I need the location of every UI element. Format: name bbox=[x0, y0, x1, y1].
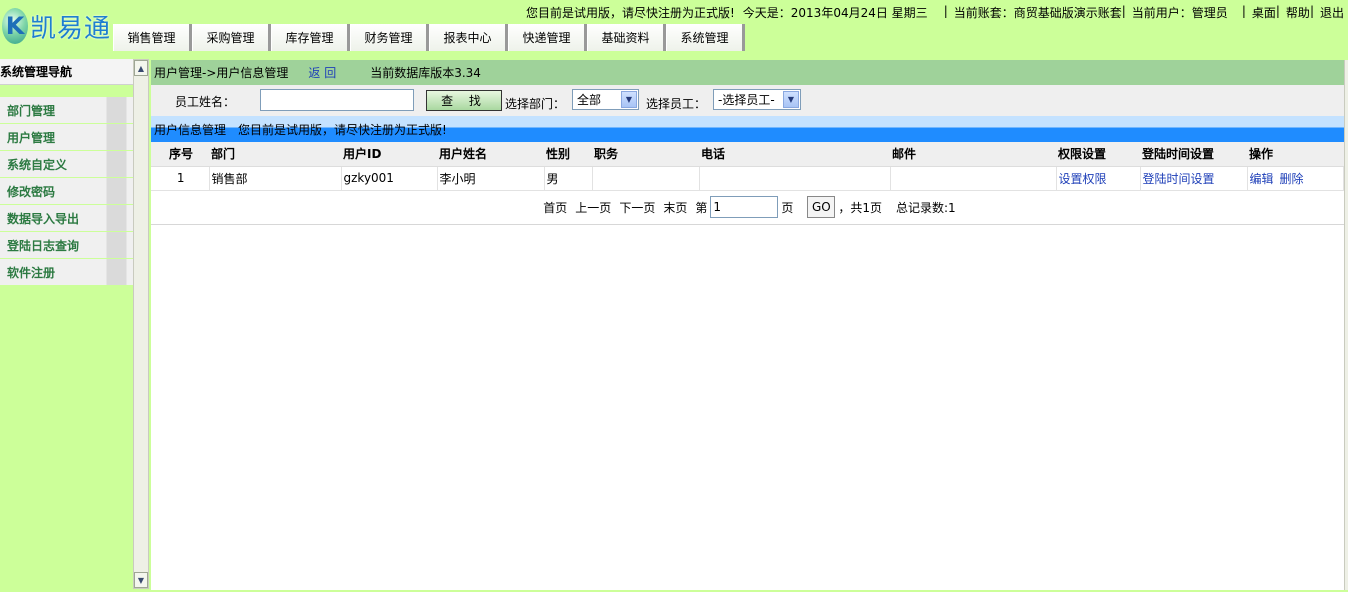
col-header-title: 职务 bbox=[592, 142, 699, 167]
delete-link[interactable]: 删除 bbox=[1280, 172, 1304, 186]
separator: | bbox=[1241, 4, 1246, 18]
cell-title bbox=[592, 166, 700, 191]
main-menu: 销售管理 采购管理 库存管理 财务管理 报表中心 快递管理 基础资料 系统管理 bbox=[113, 24, 745, 51]
chevron-down-icon: ▼ bbox=[621, 91, 637, 108]
menu-system[interactable]: 系统管理 bbox=[666, 24, 745, 51]
page-prefix: 第 bbox=[695, 200, 708, 215]
col-header-login-time: 登陆时间设置 bbox=[1140, 142, 1247, 167]
sidebar: 系统管理导航 部门管理 用户管理 系统自定义 修改密码 数据导入导出 登陆日志查… bbox=[0, 59, 133, 286]
cell-no: 1 bbox=[151, 166, 210, 191]
top-info-bar: 您目前是试用版，请尽快注册为正式版! 今天是：2013年04月24日 星期三 |… bbox=[526, 4, 1344, 21]
col-header-actions: 操作 bbox=[1247, 142, 1344, 167]
total-pages: ，共1页 bbox=[838, 200, 883, 215]
menu-reports[interactable]: 报表中心 bbox=[429, 24, 508, 51]
cell-gender: 男 bbox=[544, 166, 593, 191]
set-permission-link[interactable]: 设置权限 bbox=[1056, 166, 1141, 191]
col-header-phone: 电话 bbox=[699, 142, 890, 167]
search-bar: 员工姓名： 查 找 选择部门： 全部 ▼ 选择员工： -选择员工- ▼ bbox=[151, 85, 1344, 116]
cell-phone bbox=[699, 166, 891, 191]
back-link[interactable]: 返 回 bbox=[308, 64, 336, 81]
menu-express[interactable]: 快递管理 bbox=[508, 24, 587, 51]
employee-select-value: -选择员工- bbox=[718, 93, 775, 107]
chevron-down-icon: ▼ bbox=[783, 91, 799, 108]
department-select[interactable]: 全部 ▼ bbox=[572, 89, 639, 110]
sidebar-title: 系统管理导航 bbox=[0, 59, 133, 85]
scroll-down-icon[interactable]: ▼ bbox=[134, 572, 148, 588]
sidebar-item-users[interactable]: 用户管理 bbox=[0, 124, 133, 151]
col-header-uid: 用户ID bbox=[341, 142, 437, 167]
go-button[interactable]: GO bbox=[807, 196, 836, 218]
help-link[interactable]: 帮助 bbox=[1286, 4, 1310, 21]
total-records: 总记录数:1 bbox=[896, 200, 956, 215]
cell-actions: 编辑 删除 bbox=[1247, 166, 1344, 191]
employee-name-label: 员工姓名： bbox=[175, 95, 236, 109]
first-page-link[interactable]: 首页 bbox=[543, 199, 567, 216]
current-user: 当前用户：管理员 bbox=[1131, 6, 1228, 20]
separator: | bbox=[1275, 4, 1280, 18]
separator: | bbox=[943, 4, 948, 18]
logo: K 凯易通 bbox=[2, 6, 111, 46]
department-select-value: 全部 bbox=[577, 93, 602, 107]
db-version: 当前数据库版本3.34 bbox=[370, 66, 481, 80]
cell-uid: gzky001 bbox=[341, 166, 438, 191]
logo-k-icon: K bbox=[2, 8, 28, 44]
cell-name: 李小明 bbox=[437, 166, 545, 191]
menu-inventory[interactable]: 库存管理 bbox=[271, 24, 350, 51]
col-header-dept: 部门 bbox=[209, 142, 341, 167]
login-time-setting-link[interactable]: 登陆时间设置 bbox=[1140, 166, 1248, 191]
menu-sales[interactable]: 销售管理 bbox=[113, 24, 192, 51]
col-header-email: 邮件 bbox=[890, 142, 1056, 167]
breadcrumb: 用户管理->用户信息管理 返 回 当前数据库版本3.34 bbox=[151, 60, 1344, 85]
table-header-row: 序号 部门 用户ID 用户姓名 性别 职务 电话 邮件 权限设置 登陆时间设置 … bbox=[151, 142, 1344, 167]
last-page-link[interactable]: 末页 bbox=[663, 199, 687, 216]
col-header-name: 用户姓名 bbox=[437, 142, 544, 167]
user-table: 序号 部门 用户ID 用户姓名 性别 职务 电话 邮件 权限设置 登陆时间设置 … bbox=[151, 142, 1344, 191]
separator: | bbox=[1121, 4, 1126, 18]
menu-finance[interactable]: 财务管理 bbox=[350, 24, 429, 51]
employee-select[interactable]: -选择员工- ▼ bbox=[713, 89, 801, 110]
edit-link[interactable]: 编辑 bbox=[1250, 172, 1274, 186]
desktop-link[interactable]: 桌面 bbox=[1252, 4, 1276, 21]
page-number-input[interactable] bbox=[710, 196, 779, 218]
col-header-no: 序号 bbox=[151, 142, 209, 167]
sidebar-item-import-export[interactable]: 数据导入导出 bbox=[0, 205, 133, 232]
main-scrollbar[interactable] bbox=[1344, 60, 1348, 590]
logout-link[interactable]: 退出 bbox=[1320, 4, 1344, 21]
cell-dept: 销售部 bbox=[209, 166, 342, 191]
today-date: 今天是：2013年04月24日 星期三 bbox=[742, 6, 928, 20]
sidebar-scrollbar[interactable]: ▲ ▼ bbox=[133, 59, 149, 589]
sidebar-item-login-log[interactable]: 登陆日志查询 bbox=[0, 232, 133, 259]
trial-notice: 您目前是试用版，请尽快注册为正式版! bbox=[525, 6, 735, 20]
separator: | bbox=[1309, 4, 1314, 18]
search-button[interactable]: 查 找 bbox=[426, 90, 502, 111]
main-content: 用户管理->用户信息管理 返 回 当前数据库版本3.34 员工姓名： 查 找 选… bbox=[151, 60, 1344, 590]
menu-basic-data[interactable]: 基础资料 bbox=[587, 24, 666, 51]
breadcrumb-path: 用户管理->用户信息管理 bbox=[154, 66, 289, 80]
sidebar-item-customize[interactable]: 系统自定义 bbox=[0, 151, 133, 178]
prev-page-link[interactable]: 上一页 bbox=[575, 199, 611, 216]
scroll-up-icon[interactable]: ▲ bbox=[134, 60, 148, 76]
employee-name-input[interactable] bbox=[260, 89, 414, 111]
sidebar-item-department[interactable]: 部门管理 bbox=[0, 97, 133, 124]
logo-text: 凯易通 bbox=[30, 13, 112, 44]
section-notice: 您目前是试用版，请尽快注册为正式版! bbox=[238, 123, 447, 137]
employee-label: 选择员工： bbox=[646, 97, 707, 111]
table-row: 1 销售部 gzky001 李小明 男 设置权限 登陆时间设置 编辑 删除 bbox=[151, 166, 1344, 191]
header: K 凯易通 您目前是试用版，请尽快注册为正式版! 今天是：2013年04月24日… bbox=[0, 0, 1348, 55]
sidebar-item-password[interactable]: 修改密码 bbox=[0, 178, 133, 205]
menu-purchase[interactable]: 采购管理 bbox=[192, 24, 271, 51]
cell-email bbox=[890, 166, 1057, 191]
section-title-bar: 用户信息管理 您目前是试用版，请尽快注册为正式版! bbox=[151, 116, 1344, 142]
page-suffix: 页 bbox=[781, 200, 794, 215]
sidebar-gap bbox=[0, 85, 133, 97]
next-page-link[interactable]: 下一页 bbox=[619, 199, 655, 216]
sidebar-item-register[interactable]: 软件注册 bbox=[0, 259, 133, 286]
col-header-permission: 权限设置 bbox=[1056, 142, 1140, 167]
pagination: 首页 上一页 下一页 末页 第 页 GO ，共1页 总记录数:1 bbox=[151, 191, 1344, 225]
current-account: 当前账套：商贸基础版演示账套 bbox=[953, 6, 1122, 20]
section-title: 用户信息管理 bbox=[154, 123, 227, 137]
department-label: 选择部门： bbox=[505, 97, 566, 111]
col-header-gender: 性别 bbox=[544, 142, 592, 167]
